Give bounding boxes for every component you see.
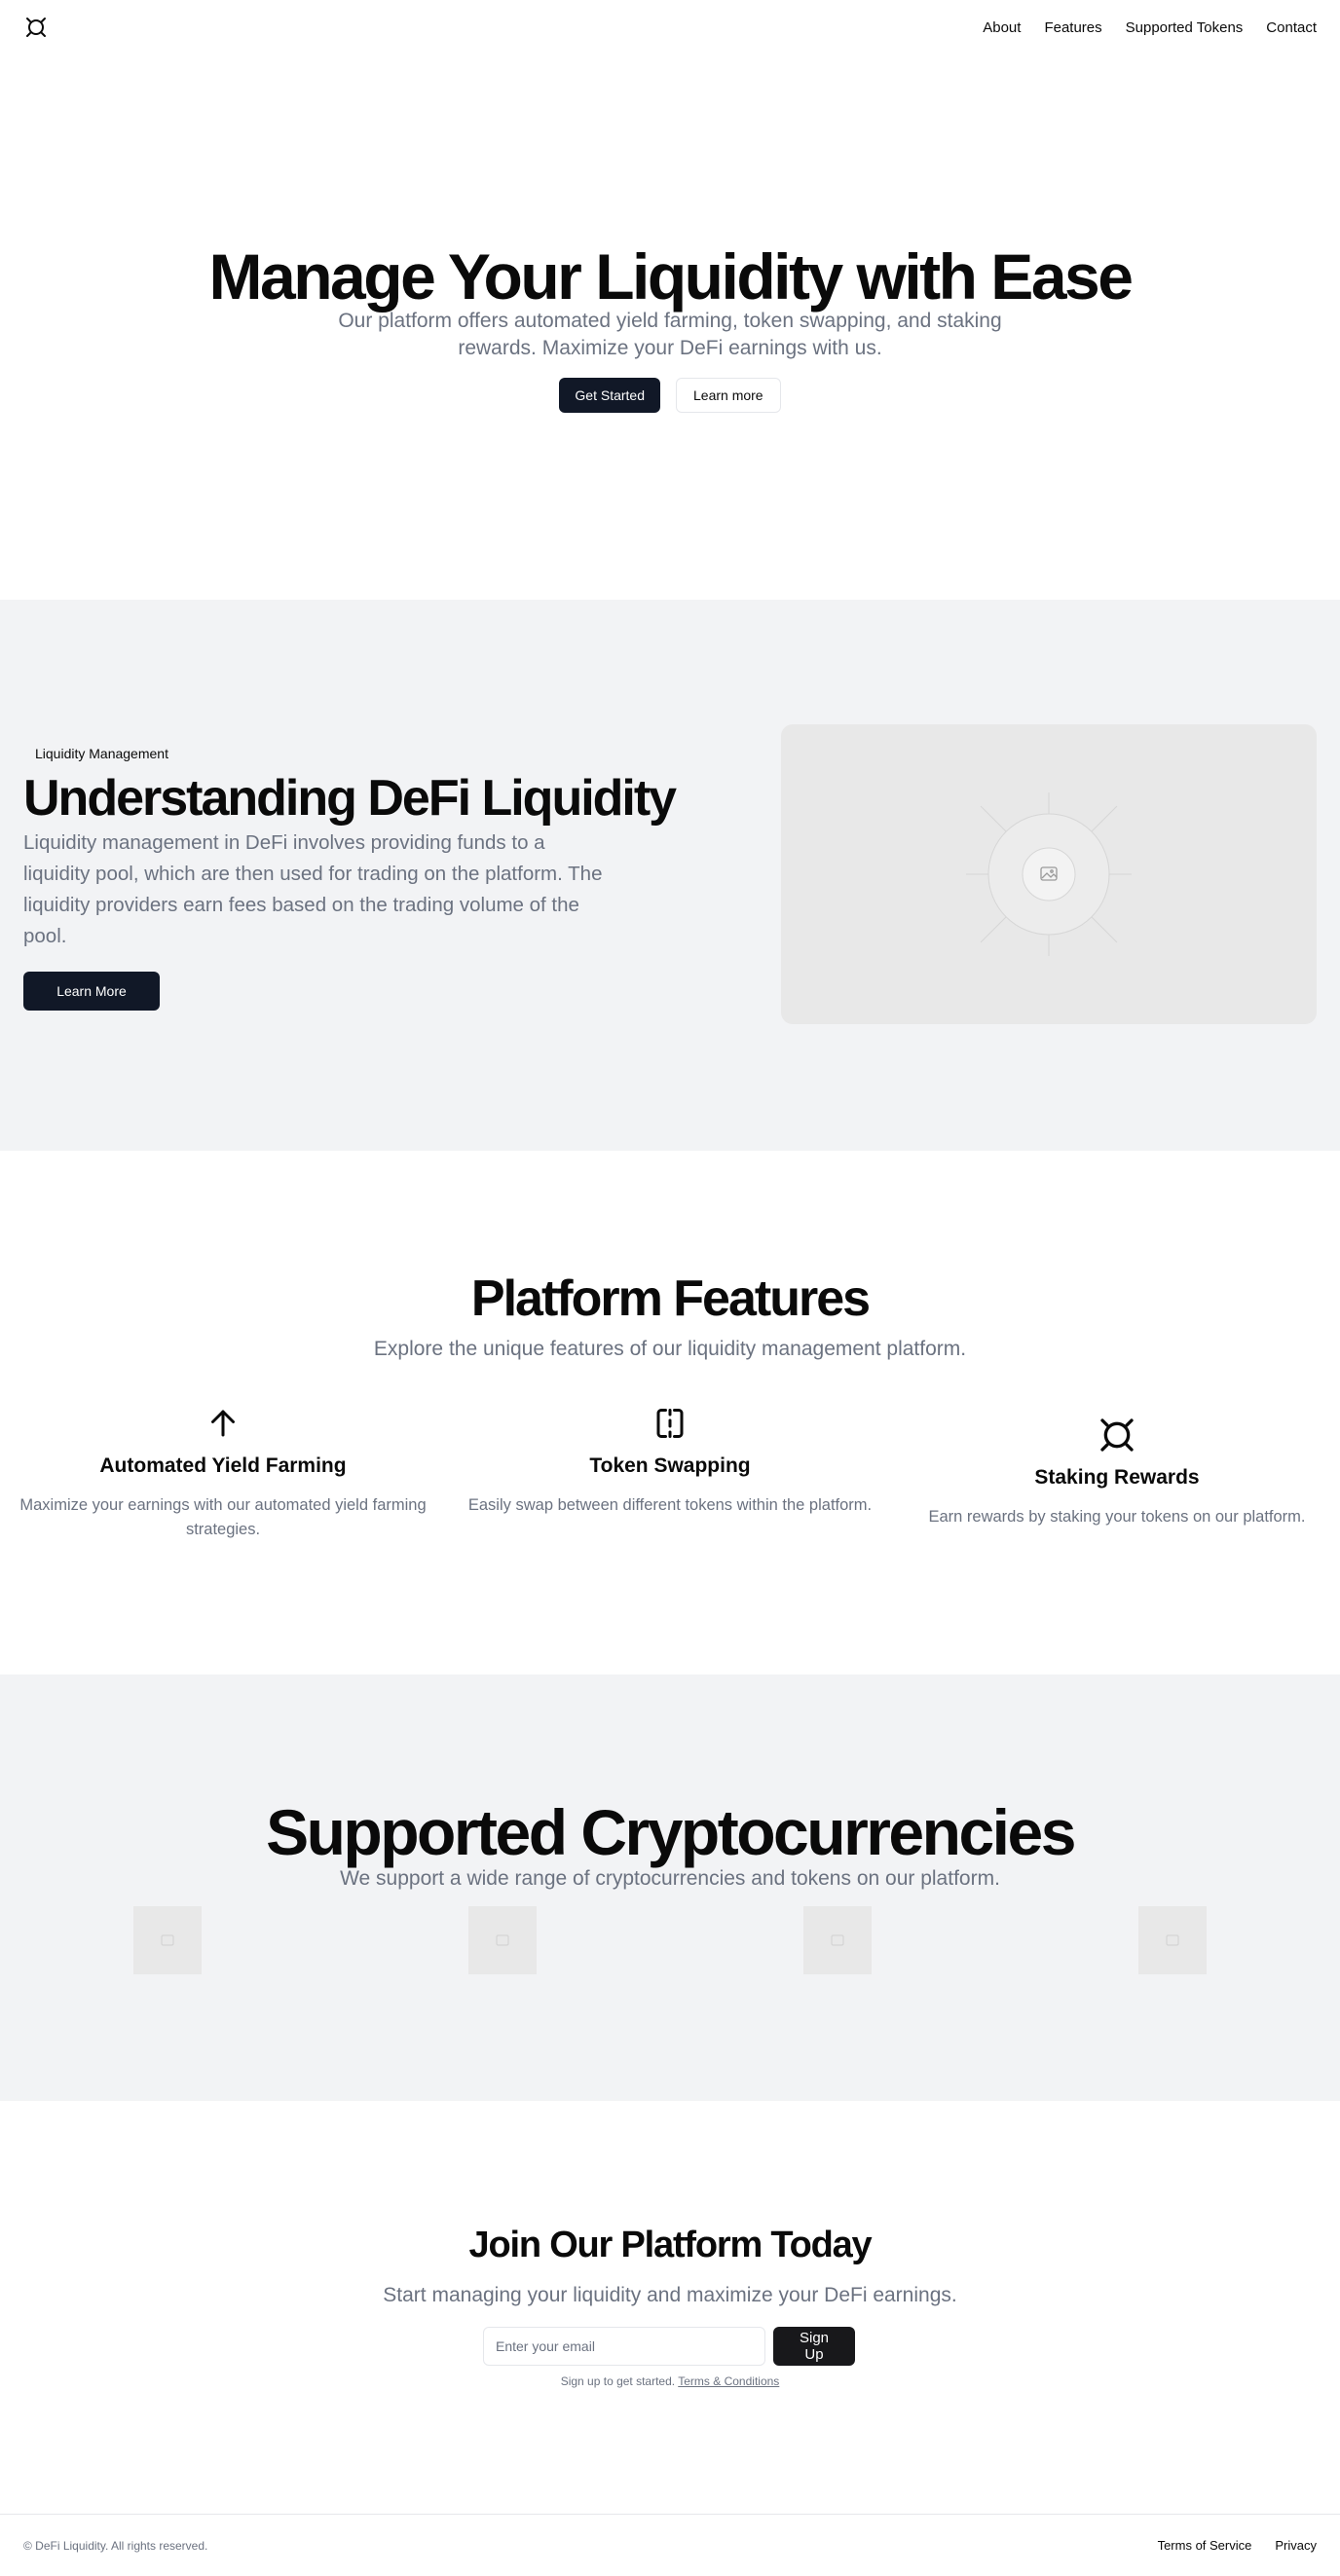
feature-card-token-swapping: Token Swapping Easily swap between diffe… <box>465 1404 875 1560</box>
copyright-text: © DeFi Liquidity. All rights reserved. <box>23 2538 208 2553</box>
get-started-button[interactable]: Get Started <box>559 378 660 413</box>
image-placeholder-icon <box>966 792 1132 956</box>
features-section: Platform Features Explore the unique fea… <box>0 1151 1340 1674</box>
image-placeholder-icon <box>161 1934 174 1946</box>
feature-card-staking-rewards: Staking Rewards Earn rewards by staking … <box>912 1416 1321 1571</box>
image-placeholder-icon <box>831 1934 844 1946</box>
liquidity-badge: Liquidity Management <box>35 746 168 761</box>
liquidity-body: Liquidity management in DeFi involves pr… <box>23 831 603 947</box>
liquidity-image-placeholder <box>781 724 1317 1024</box>
signup-form: Sign Up <box>483 2327 855 2366</box>
join-title: Join Our Platform Today <box>468 2225 873 2265</box>
main-nav: About Features Supported Tokens Contact <box>983 19 1317 36</box>
feature-description: Easily swap between different tokens wit… <box>467 1496 873 1514</box>
arrow-up-icon <box>204 1404 242 1443</box>
site-header: About Features Supported Tokens Contact <box>0 0 1340 55</box>
liquidity-section: Liquidity Management Understanding DeFi … <box>0 600 1340 1151</box>
join-subtitle: Start managing your liquidity and maximi… <box>383 2284 957 2306</box>
hero-section: Manage Your Liquidity with Ease Our plat… <box>0 55 1340 600</box>
sign-up-button[interactable]: Sign Up <box>773 2327 855 2366</box>
currency-icon[interactable] <box>23 15 49 40</box>
footer-nav: Terms of Service Privacy <box>1158 2538 1317 2553</box>
token-logo-placeholder <box>133 1906 202 1974</box>
currency-icon <box>1098 1416 1136 1454</box>
nav-link-contact[interactable]: Contact <box>1266 19 1317 36</box>
swap-icon <box>651 1404 689 1443</box>
feature-card-yield-farming: Automated Yield Farming Maximize your ea… <box>19 1404 428 1560</box>
liquidity-title: Understanding DeFi Liquidity <box>23 770 677 827</box>
site-footer: © DeFi Liquidity. All rights reserved. T… <box>0 2514 1340 2576</box>
feature-description: Earn rewards by staking your tokens on o… <box>928 1508 1306 1526</box>
join-section: Join Our Platform Today Start managing y… <box>0 2101 1340 2514</box>
nav-link-about[interactable]: About <box>983 19 1021 36</box>
signup-fine-print: Sign up to get started. Terms & Conditio… <box>0 2374 1340 2389</box>
features-title: Platform Features <box>470 1270 871 1327</box>
signup-note: Sign up to get started. <box>560 2374 676 2388</box>
token-logo-placeholder <box>1138 1906 1207 1974</box>
token-logo-placeholder <box>803 1906 872 1974</box>
privacy-link[interactable]: Privacy <box>1275 2538 1317 2553</box>
nav-link-supported-tokens[interactable]: Supported Tokens <box>1126 19 1244 36</box>
email-input[interactable] <box>483 2327 765 2366</box>
token-logo-placeholder <box>468 1906 537 1974</box>
feature-description: Maximize your earnings with our automate… <box>19 1496 427 1538</box>
hero-subtitle: Our platform offers automated yield farm… <box>338 310 1002 359</box>
hero-title: Manage Your Liquidity with Ease <box>208 240 1134 313</box>
feature-title: Token Swapping <box>589 1454 751 1477</box>
terms-link[interactable]: Terms & Conditions <box>678 2374 779 2388</box>
feature-title: Automated Yield Farming <box>99 1454 347 1477</box>
crypto-subtitle: We support a wide range of cryptocurrenc… <box>340 1867 1000 1890</box>
supported-crypto-section: Supported Cryptocurrencies We support a … <box>0 1674 1340 2101</box>
liquidity-learn-more-button[interactable]: Learn More <box>23 972 160 1011</box>
nav-link-features[interactable]: Features <box>1044 19 1101 36</box>
learn-more-button[interactable]: Learn more <box>676 378 781 413</box>
features-subtitle: Explore the unique features of our liqui… <box>373 1338 967 1360</box>
image-placeholder-icon <box>1166 1934 1179 1946</box>
hero-actions: Get Started Learn more <box>0 378 1340 413</box>
image-placeholder-icon <box>496 1934 509 1946</box>
crypto-title: Supported Cryptocurrencies <box>266 1796 1076 1868</box>
terms-of-service-link[interactable]: Terms of Service <box>1158 2538 1252 2553</box>
feature-title: Staking Rewards <box>1034 1466 1200 1489</box>
